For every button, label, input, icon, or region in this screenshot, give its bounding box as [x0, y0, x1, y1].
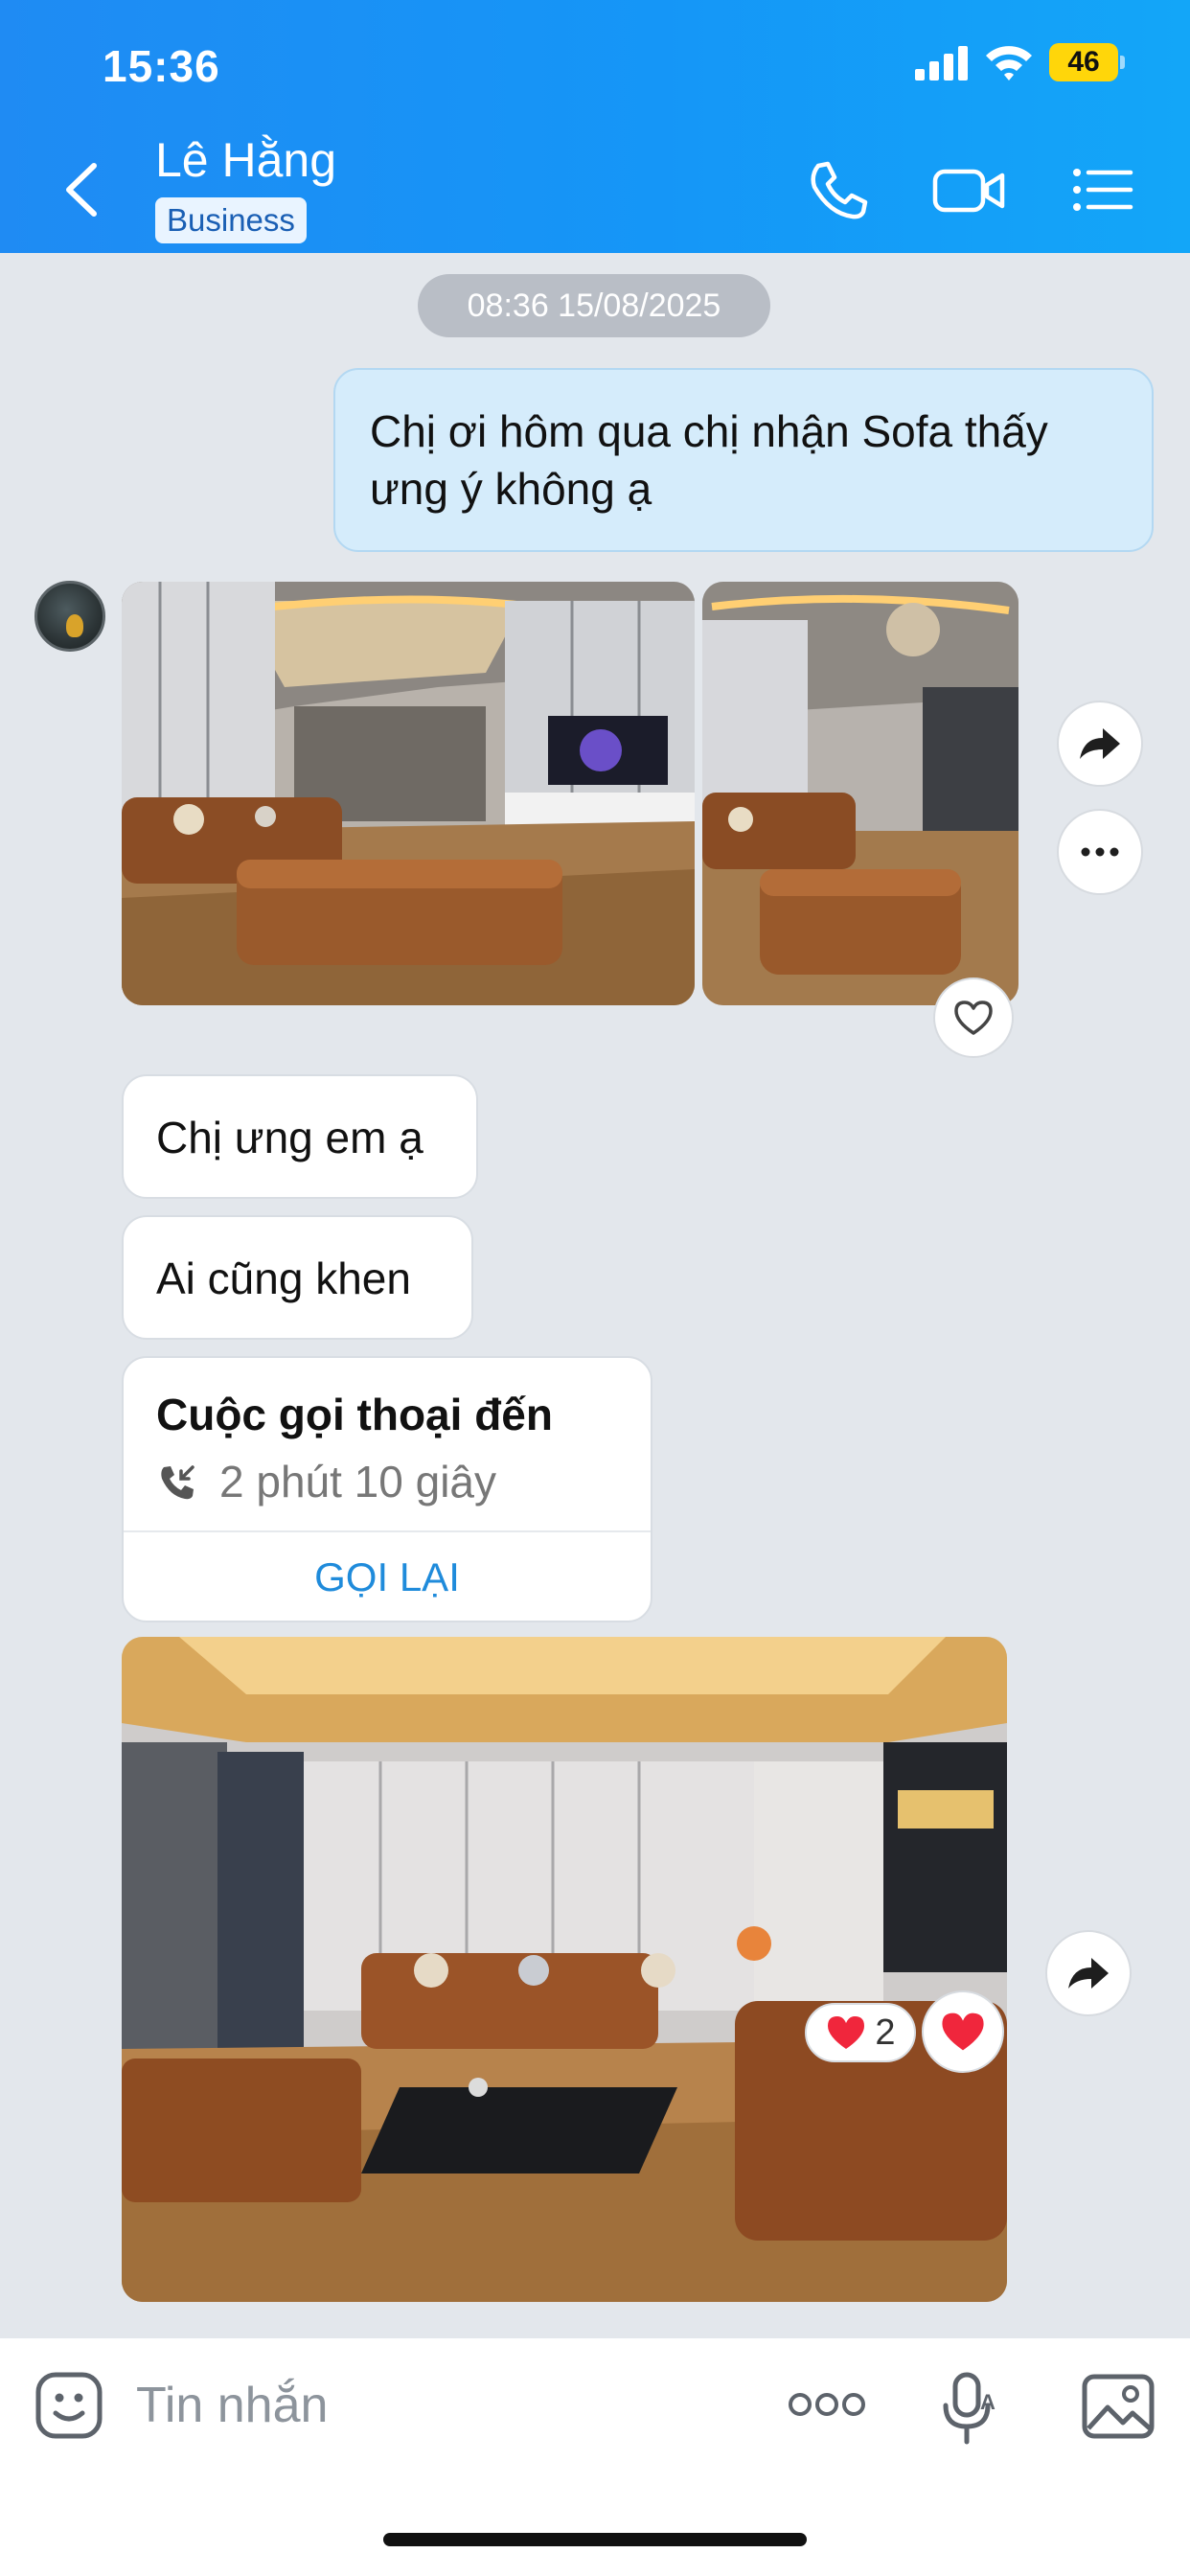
- call-back-button[interactable]: GỌI LẠI: [124, 1534, 651, 1621]
- mic-icon[interactable]: A: [942, 2371, 995, 2446]
- video-icon[interactable]: [931, 158, 1008, 221]
- heart-reaction-button[interactable]: [922, 1990, 1004, 2073]
- photo-living-room-2[interactable]: [702, 582, 1018, 1005]
- svg-text:A: A: [980, 2390, 995, 2414]
- status-time: 15:36: [103, 41, 220, 91]
- menu-icon[interactable]: [1071, 158, 1134, 221]
- date-separator: 08:36 15/08/2025: [418, 274, 770, 337]
- signal-icon: [915, 46, 968, 80]
- heart-icon: [828, 2016, 865, 2049]
- call-title: Cuộc gọi thoại đến: [156, 1390, 553, 1439]
- home-indicator: [383, 2533, 807, 2546]
- dots-icon[interactable]: [788, 2392, 866, 2417]
- battery-level: 46: [1049, 43, 1118, 81]
- heart-icon: [954, 1000, 993, 1035]
- incoming-message[interactable]: Chị ưng em ạ: [122, 1074, 478, 1199]
- image-icon[interactable]: [1081, 2373, 1156, 2440]
- more-button[interactable]: [1057, 809, 1143, 895]
- business-badge: Business: [155, 197, 307, 243]
- incoming-message[interactable]: Ai cũng khen: [122, 1215, 473, 1340]
- call-incoming-icon: [161, 1465, 195, 1500]
- message-input[interactable]: Tin nhắn: [136, 2377, 328, 2434]
- chat-area[interactable]: 08:36 15/08/2025 Chị ơi hôm qua chị nhận…: [0, 253, 1190, 2338]
- share-icon: [1080, 728, 1120, 759]
- photo-living-room-1[interactable]: [122, 582, 695, 1005]
- share-icon: [1068, 1958, 1109, 1989]
- share-button[interactable]: [1045, 1930, 1132, 2016]
- contact-name[interactable]: Lê Hằng: [155, 132, 336, 188]
- call-duration: 2 phút 10 giây: [219, 1457, 497, 1506]
- battery-indicator: 46: [1049, 43, 1126, 81]
- wifi-icon: [986, 46, 1032, 80]
- photo-living-room-3[interactable]: [122, 1637, 1007, 2302]
- emoji-icon[interactable]: [34, 2371, 103, 2440]
- outgoing-message[interactable]: Chị ơi hôm qua chị nhận Sofa thấy ưng ý …: [333, 368, 1154, 552]
- phone-icon[interactable]: [805, 158, 872, 221]
- back-icon[interactable]: [57, 158, 105, 221]
- heart-reaction-button[interactable]: [933, 978, 1014, 1058]
- avatar[interactable]: [34, 581, 105, 652]
- more-icon: [1081, 847, 1119, 857]
- reaction-count: 2: [875, 2012, 896, 2053]
- chat-header: 15:36 46 Lê Hằng Business: [0, 0, 1190, 253]
- reaction-count-pill[interactable]: 2: [805, 2003, 916, 2062]
- heart-icon: [942, 2012, 984, 2051]
- call-card: Cuộc gọi thoại đến 2 phút 10 giây GỌI LẠ…: [122, 1356, 652, 1622]
- share-button[interactable]: [1057, 701, 1143, 787]
